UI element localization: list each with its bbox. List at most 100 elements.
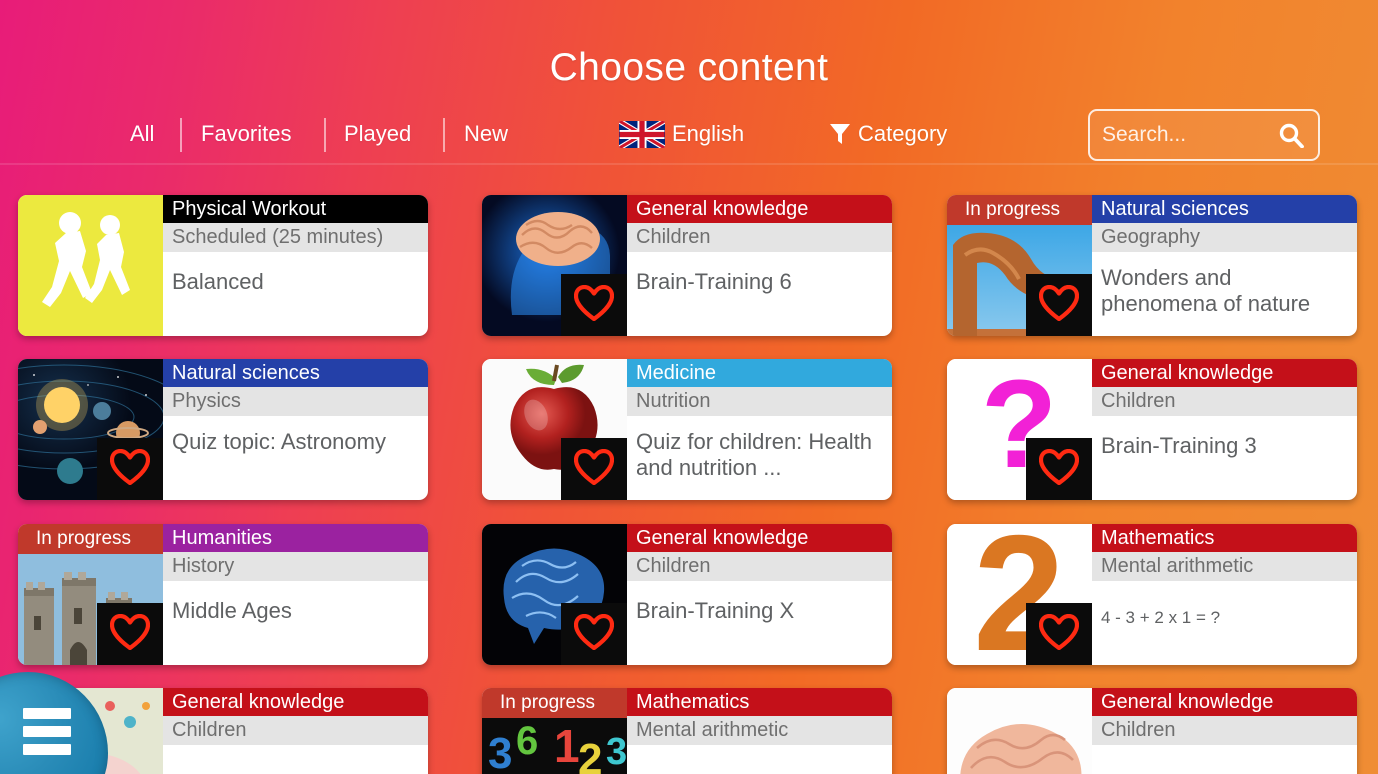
card-thumbnail[interactable]: 2	[947, 524, 1092, 665]
card-thumbnail[interactable]: In progress	[18, 524, 163, 665]
card-description	[627, 750, 892, 774]
card-category-label: Mathematics	[1092, 524, 1357, 552]
content-card[interactable]: General knowledge Children	[947, 688, 1357, 774]
card-category-label: General knowledge	[627, 524, 892, 552]
card-thumbnail[interactable]	[18, 359, 163, 500]
card-thumbnail[interactable]: In progress	[947, 195, 1092, 336]
card-description: Brain-Training X	[636, 598, 795, 623]
filter-new[interactable]: New	[464, 112, 508, 156]
card-thumbnail[interactable]	[947, 688, 1092, 774]
card-thumbnail[interactable]	[482, 195, 627, 336]
filter-all[interactable]: All	[130, 112, 154, 156]
svg-text:1: 1	[554, 720, 580, 772]
heart-icon	[1038, 448, 1080, 490]
content-card[interactable]: In progress Natural sciences Geography W…	[947, 195, 1357, 336]
card-description: Quiz for children: Health and nutrition …	[636, 429, 872, 480]
card-subcategory-label: Mental arithmetic	[1092, 552, 1357, 581]
card-description	[1092, 750, 1357, 774]
content-card[interactable]: Physical Workout Scheduled (25 minutes) …	[18, 195, 428, 336]
card-thumbnail[interactable]	[482, 359, 627, 500]
card-category-label: Humanities	[163, 524, 428, 552]
card-description: Quiz topic: Astronomy	[172, 429, 386, 454]
content-card[interactable]: Natural sciences Physics Quiz topic: Ast…	[18, 359, 428, 500]
content-card[interactable]: General knowledge Children Brain-Trainin…	[482, 524, 892, 665]
card-body: Natural sciences Geography Wonders and p…	[1092, 195, 1357, 336]
content-card-grid: Physical Workout Scheduled (25 minutes) …	[0, 165, 1378, 774]
card-subcategory-label: Mental arithmetic	[627, 716, 892, 745]
search-placeholder-text: Search...	[1102, 123, 1187, 146]
favorite-heart-badge[interactable]	[561, 603, 627, 665]
status-badge-in-progress: In progress	[482, 688, 627, 718]
filter-favorites[interactable]: Favorites	[201, 112, 291, 156]
card-category-label: Mathematics	[627, 688, 892, 716]
status-badge-in-progress: In progress	[18, 524, 163, 554]
svg-text:6: 6	[516, 719, 538, 763]
hamburger-bar	[23, 726, 71, 737]
card-thumbnail[interactable]: ?	[947, 359, 1092, 500]
card-description	[163, 750, 428, 774]
filter-divider	[324, 118, 326, 152]
heart-icon	[573, 284, 615, 326]
card-category-label: Natural sciences	[163, 359, 428, 387]
search-input[interactable]: Search...	[1088, 109, 1320, 161]
filter-divider	[180, 118, 182, 152]
card-category-label: Physical Workout	[163, 195, 428, 223]
favorite-heart-badge[interactable]	[1026, 438, 1092, 500]
hamburger-bar	[23, 744, 71, 755]
card-category-label: General knowledge	[1092, 359, 1357, 387]
card-category-label: General knowledge	[1092, 688, 1357, 716]
card-subcategory-label: Scheduled (25 minutes)	[163, 223, 428, 252]
card-category-label: Natural sciences	[1092, 195, 1357, 223]
card-description: Balanced	[172, 269, 264, 294]
favorite-heart-badge[interactable]	[97, 603, 163, 665]
page-title: Choose content	[549, 46, 829, 89]
card-subcategory-label: Geography	[1092, 223, 1357, 252]
uk-flag-icon[interactable]	[619, 121, 665, 148]
page-header: Choose content All Favorites Played New …	[0, 0, 1378, 165]
filter-divider	[443, 118, 445, 152]
card-thumbnail[interactable]	[482, 524, 627, 665]
favorite-heart-badge[interactable]	[561, 274, 627, 336]
category-filter-label[interactable]: Category	[858, 112, 947, 156]
card-subcategory-label: Children	[163, 716, 428, 745]
favorite-heart-badge[interactable]	[561, 438, 627, 500]
card-body: General knowledge Children	[1092, 688, 1357, 774]
card-body: General knowledge Children Brain-Trainin…	[627, 524, 892, 665]
card-body: Medicine Nutrition Quiz for children: He…	[627, 359, 892, 500]
hamburger-bar	[23, 708, 71, 719]
favorite-heart-badge[interactable]	[1026, 603, 1092, 665]
card-subcategory-label: Children	[1092, 716, 1357, 745]
card-category-label: General knowledge	[627, 195, 892, 223]
filter-played[interactable]: Played	[344, 112, 411, 156]
card-body: General knowledge Children Brain-Trainin…	[627, 195, 892, 336]
card-thumbnail[interactable]: 3 6 1 2 3 8 6 9 5 4 7 In progress	[482, 688, 627, 774]
card-description: Wonders and phenomena of nature	[1101, 265, 1311, 316]
heart-icon	[573, 613, 615, 655]
card-thumbnail[interactable]	[18, 195, 163, 336]
favorite-heart-badge[interactable]	[1026, 274, 1092, 336]
card-body: General knowledge Children	[163, 688, 428, 774]
svg-text:3: 3	[488, 729, 512, 774]
content-card[interactable]: Medicine Nutrition Quiz for children: He…	[482, 359, 892, 500]
card-body: Physical Workout Scheduled (25 minutes) …	[163, 195, 428, 336]
card-description: Middle Ages	[172, 598, 292, 623]
heart-icon	[573, 448, 615, 490]
favorite-heart-badge[interactable]	[97, 438, 163, 500]
card-body: Humanities History Middle Ages	[163, 524, 428, 665]
card-subcategory-label: History	[163, 552, 428, 581]
card-body: Natural sciences Physics Quiz topic: Ast…	[163, 359, 428, 500]
content-card[interactable]: In progress Humanities History Middle Ag…	[18, 524, 428, 665]
language-label[interactable]: English	[672, 112, 744, 156]
status-badge-in-progress: In progress	[947, 195, 1092, 225]
card-description: Brain-Training 6	[636, 269, 792, 294]
content-card[interactable]: 3 6 1 2 3 8 6 9 5 4 7 In progress Mathem…	[482, 688, 892, 774]
thumbnail-image: 3 6 1 2 3 8 6 9 5 4 7	[482, 718, 627, 774]
search-icon[interactable]	[1278, 122, 1304, 149]
svg-text:3: 3	[606, 731, 627, 773]
content-card[interactable]: ? General knowledge Children Brain-Train…	[947, 359, 1357, 500]
filter-funnel-icon[interactable]	[829, 122, 851, 146]
card-description: 4 - 3 + 2 x 1 = ?	[1101, 608, 1221, 627]
content-card[interactable]: 2 Mathematics Mental arithmetic 4 - 3 + …	[947, 524, 1357, 665]
content-card[interactable]: General knowledge Children Brain-Trainin…	[482, 195, 892, 336]
card-category-label: General knowledge	[163, 688, 428, 716]
